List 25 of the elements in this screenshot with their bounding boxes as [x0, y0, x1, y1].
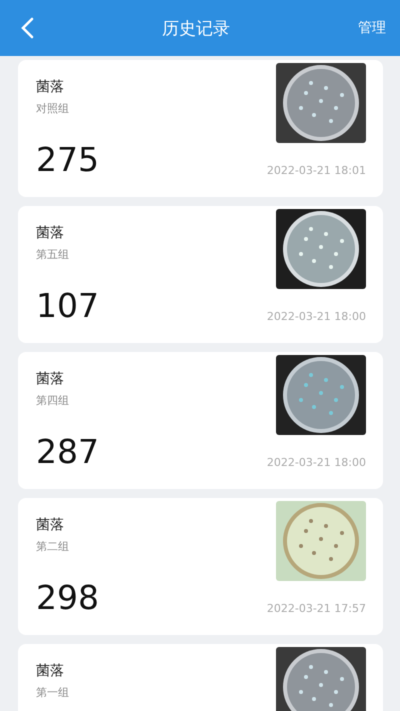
group-label: 对照组 — [36, 101, 69, 116]
colony-count: 287 — [36, 432, 99, 471]
record-card[interactable]: 菌落 第五组 107 2022-03-21 18:00 — [18, 206, 383, 343]
back-icon — [20, 17, 34, 39]
record-title: 菌落 — [36, 370, 64, 388]
page-title: 历史记录 — [162, 18, 230, 40]
group-label: 第五组 — [36, 247, 69, 262]
group-label: 第一组 — [36, 685, 69, 700]
record-title: 菌落 — [36, 224, 64, 242]
record-date: 2022-03-21 18:01 — [266, 164, 366, 177]
colony-count: 107 — [36, 286, 99, 325]
group-label: 第二组 — [36, 539, 69, 554]
record-card[interactable]: 菌落 第二组 298 2022-03-21 17:57 — [18, 498, 383, 635]
record-title: 菌落 — [36, 516, 64, 534]
record-date: 2022-03-21 18:00 — [266, 456, 366, 469]
group-label: 第四组 — [36, 393, 69, 408]
record-card[interactable]: 菌落 第四组 287 2022-03-21 18:00 — [18, 352, 383, 489]
record-date: 2022-03-21 18:00 — [266, 310, 366, 323]
record-title: 菌落 — [36, 78, 64, 96]
colony-count: 298 — [36, 578, 99, 617]
record-date: 2022-03-21 17:57 — [266, 602, 366, 615]
colony-count: 275 — [36, 140, 99, 179]
record-card[interactable]: 菌落 对照组 275 2022-03-21 18:01 — [18, 60, 383, 197]
record-card[interactable]: 菌落 第一组 — [18, 644, 383, 711]
record-title: 菌落 — [36, 662, 64, 680]
